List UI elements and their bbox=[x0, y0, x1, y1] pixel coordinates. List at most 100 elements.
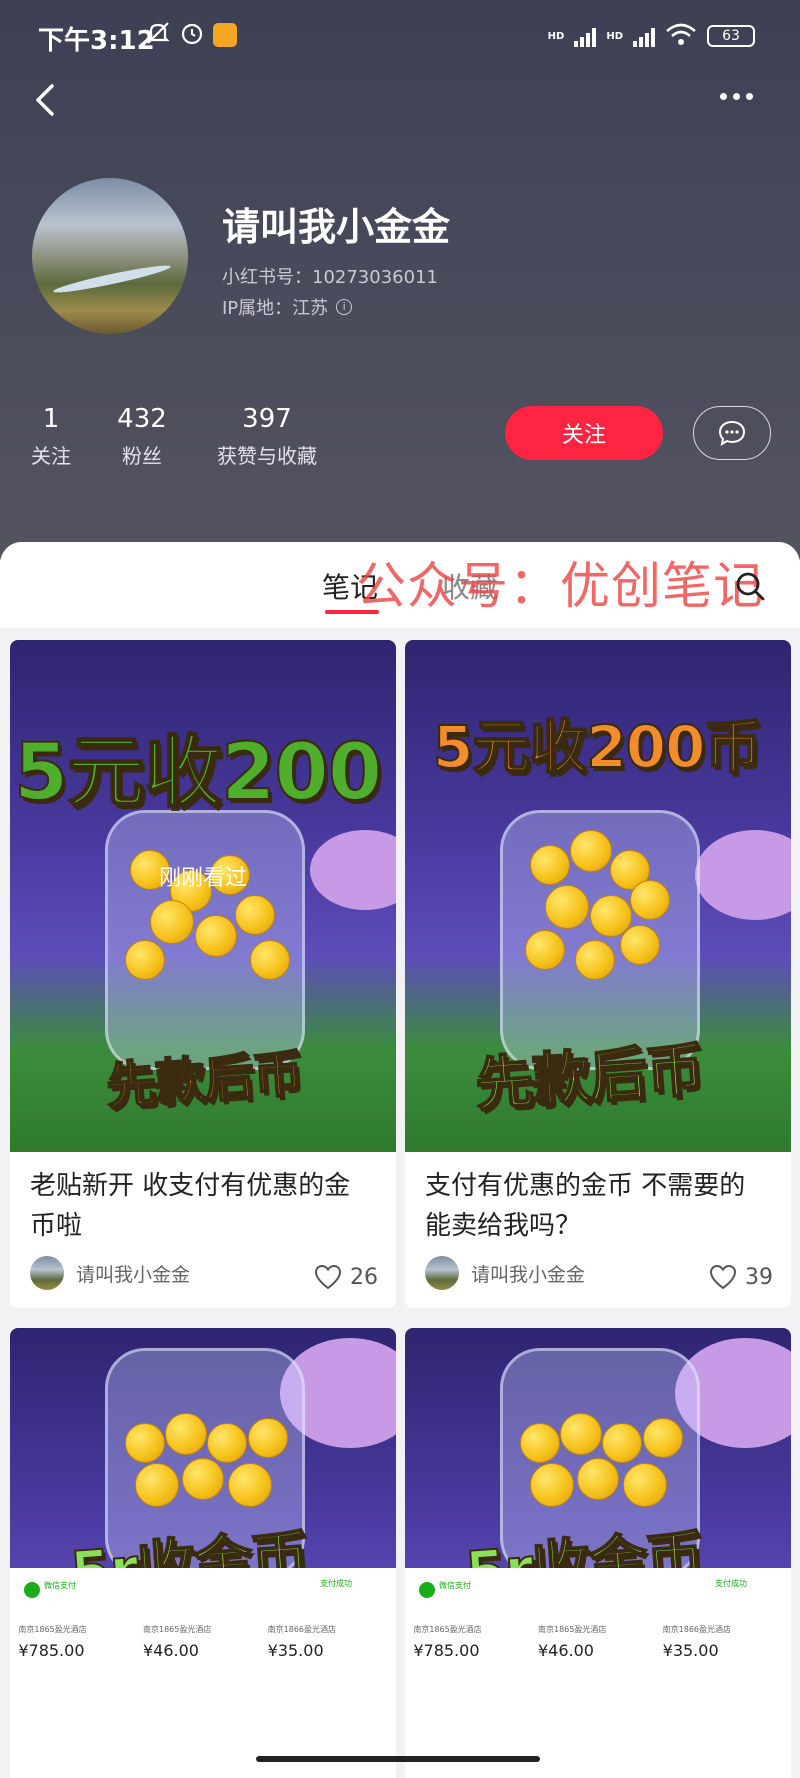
stat-following[interactable]: 1 关注 bbox=[28, 404, 74, 469]
heart-icon bbox=[314, 1264, 342, 1290]
like-button[interactable]: 39 bbox=[709, 1264, 773, 1290]
chevron-left-icon bbox=[36, 84, 54, 116]
network-label-2: HD bbox=[606, 30, 623, 42]
coin-decoration bbox=[150, 900, 194, 944]
note-info: 老贴新开 收支付有优惠的金币啦 请叫我小金金 26 bbox=[10, 1152, 396, 1308]
receipt-column: 南京1865盈光酒店 ¥46.00 bbox=[143, 1624, 263, 1660]
receipt-price: ¥785.00 bbox=[18, 1641, 85, 1660]
follow-button[interactable]: 关注 bbox=[505, 406, 663, 460]
coin-decoration bbox=[620, 925, 660, 965]
status-icons-right: HD HD 63 bbox=[548, 22, 755, 50]
note-cover-image: 5r收金币 微信支付 支付成功 南京1865盈光酒店 ¥785.00 南京186… bbox=[10, 1328, 396, 1778]
payment-status: 支付成功 bbox=[320, 1579, 352, 1588]
note-cover-image: 5元收200币 先款后币 bbox=[405, 640, 791, 1152]
more-dot-icon bbox=[733, 92, 740, 100]
note-author[interactable]: 请叫我小金金 bbox=[30, 1256, 190, 1290]
coin-decoration bbox=[530, 845, 570, 885]
payment-receipt-image: 微信支付 支付成功 南京1865盈光酒店 ¥785.00 南京1865盈光酒店 … bbox=[405, 1568, 791, 1778]
note-card[interactable]: 5元收200 刚刚看过 先款后币 老贴新开 收支付有优惠的金币啦 请叫我小金金 … bbox=[10, 640, 396, 1308]
red-id: 小红书号：10273036011 bbox=[222, 267, 438, 288]
receipt-column: 南京1866盈光酒店 ¥35.00 bbox=[663, 1624, 783, 1660]
author-avatar bbox=[425, 1256, 459, 1290]
tab-bar: 笔记 收藏 公众号：优创笔记 bbox=[0, 542, 800, 628]
search-button[interactable] bbox=[734, 570, 766, 602]
stat-value: 397 bbox=[242, 404, 292, 434]
profile-header: 下午3:12 HD HD 63 请叫我小金金 小红书号：10273036011 … bbox=[0, 0, 800, 560]
heart-icon bbox=[709, 1264, 737, 1290]
wechat-pay-tag: 微信支付 bbox=[413, 1576, 519, 1604]
receipt-price: ¥46.00 bbox=[537, 1641, 594, 1660]
stat-label: 关注 bbox=[31, 444, 71, 468]
info-icon[interactable]: i bbox=[336, 299, 353, 315]
receipt-store: 南京1865盈光酒店 bbox=[537, 1625, 607, 1634]
stat-likes-collects[interactable]: 397 获赞与收藏 bbox=[212, 404, 322, 469]
receipt-price: ¥35.00 bbox=[662, 1641, 719, 1660]
payment-status: 支付成功 bbox=[715, 1579, 747, 1588]
profile-avatar[interactable] bbox=[32, 178, 188, 334]
coin-decoration bbox=[525, 930, 565, 970]
more-dot-icon bbox=[746, 92, 753, 100]
profile-nickname: 请叫我小金金 bbox=[222, 205, 451, 249]
coin-decoration bbox=[207, 1423, 247, 1463]
status-bar: 下午3:12 HD HD 63 bbox=[0, 0, 800, 70]
message-button[interactable] bbox=[693, 406, 771, 460]
wifi-icon bbox=[665, 22, 697, 50]
search-icon bbox=[736, 572, 765, 601]
receipt-store: 南京1865盈光酒店 bbox=[142, 1625, 212, 1634]
more-dot-icon bbox=[720, 92, 727, 100]
coin-decoration bbox=[623, 1463, 667, 1507]
payment-receipt-image: 微信支付 支付成功 南京1865盈光酒店 ¥785.00 南京1865盈光酒店 … bbox=[10, 1568, 396, 1778]
content-sheet: 笔记 收藏 公众号：优创笔记 5元收200 刚刚看过 先款后币 老贴新开 收支付… bbox=[0, 542, 800, 1778]
stat-value: 1 bbox=[42, 404, 60, 434]
like-count: 39 bbox=[745, 1264, 773, 1290]
coin-decoration bbox=[530, 1463, 574, 1507]
recently-viewed-label: 刚刚看过 bbox=[158, 866, 247, 891]
coin-decoration bbox=[545, 885, 589, 929]
note-card[interactable]: 5r收金币 微信支付 支付成功 南京1865盈光酒店 ¥785.00 南京186… bbox=[405, 1328, 791, 1778]
coin-decoration bbox=[165, 1413, 207, 1455]
coin-decoration bbox=[250, 940, 290, 980]
stat-value: 432 bbox=[117, 404, 167, 434]
coin-decoration bbox=[228, 1463, 272, 1507]
receipt-column: 南京1865盈光酒店 ¥46.00 bbox=[538, 1624, 658, 1660]
receipt-store: 南京1866盈光酒店 bbox=[267, 1625, 336, 1634]
receipt-store: 南京1865盈光酒店 bbox=[18, 1625, 87, 1634]
note-card[interactable]: 5r收金币 微信支付 支付成功 南京1865盈光酒店 ¥785.00 南京186… bbox=[10, 1328, 396, 1778]
battery-icon: 63 bbox=[707, 25, 755, 47]
receipt-store: 南京1865盈光酒店 bbox=[413, 1625, 482, 1634]
network-label-1: HD bbox=[547, 30, 565, 42]
receipt-price: ¥46.00 bbox=[142, 1641, 199, 1660]
more-options-button[interactable] bbox=[720, 86, 764, 106]
wechat-pay-tag: 微信支付 bbox=[18, 1576, 124, 1604]
status-time: 下午3:12 bbox=[38, 26, 155, 56]
chat-bubble-icon bbox=[718, 420, 746, 447]
coin-decoration bbox=[182, 1458, 224, 1500]
coin-decoration bbox=[125, 1423, 165, 1463]
receipt-store: 南京1866盈光酒店 bbox=[662, 1625, 731, 1634]
status-icons-left bbox=[145, 20, 237, 50]
receipt-column: 南京1865盈光酒店 ¥785.00 bbox=[18, 1624, 138, 1660]
ip-location-text: IP属地：江苏 bbox=[222, 298, 329, 319]
home-indicator[interactable] bbox=[256, 1756, 540, 1762]
note-author[interactable]: 请叫我小金金 bbox=[425, 1256, 585, 1290]
receipt-price: ¥785.00 bbox=[413, 1641, 480, 1660]
author-avatar bbox=[30, 1256, 64, 1290]
coin-decoration bbox=[125, 940, 165, 980]
stat-followers[interactable]: 432 粉丝 bbox=[112, 404, 172, 469]
like-button[interactable]: 26 bbox=[314, 1264, 378, 1290]
coin-decoration bbox=[235, 895, 275, 935]
stat-label: 粉丝 bbox=[122, 444, 162, 468]
back-button[interactable] bbox=[28, 78, 64, 122]
stat-label: 获赞与收藏 bbox=[217, 444, 317, 468]
author-name: 请叫我小金金 bbox=[471, 1263, 586, 1286]
coin-decoration bbox=[602, 1423, 642, 1463]
coin-decoration bbox=[577, 1458, 619, 1500]
coin-decoration bbox=[248, 1418, 288, 1458]
coin-decoration bbox=[520, 1423, 560, 1463]
note-title: 老贴新开 收支付有优惠的金币啦 bbox=[30, 1171, 351, 1241]
cover-subline: 先款后币 bbox=[472, 1034, 706, 1120]
cover-headline: 5元收200 bbox=[13, 727, 383, 819]
note-cover-image: 5r收金币 微信支付 支付成功 南京1865盈光酒店 ¥785.00 南京186… bbox=[405, 1328, 791, 1778]
note-title: 支付有优惠的金币 不需要的能卖给我吗？ bbox=[425, 1171, 746, 1241]
note-card[interactable]: 5元收200币 先款后币 支付有优惠的金币 不需要的能卖给我吗？ 请叫我小金金 … bbox=[405, 640, 791, 1308]
